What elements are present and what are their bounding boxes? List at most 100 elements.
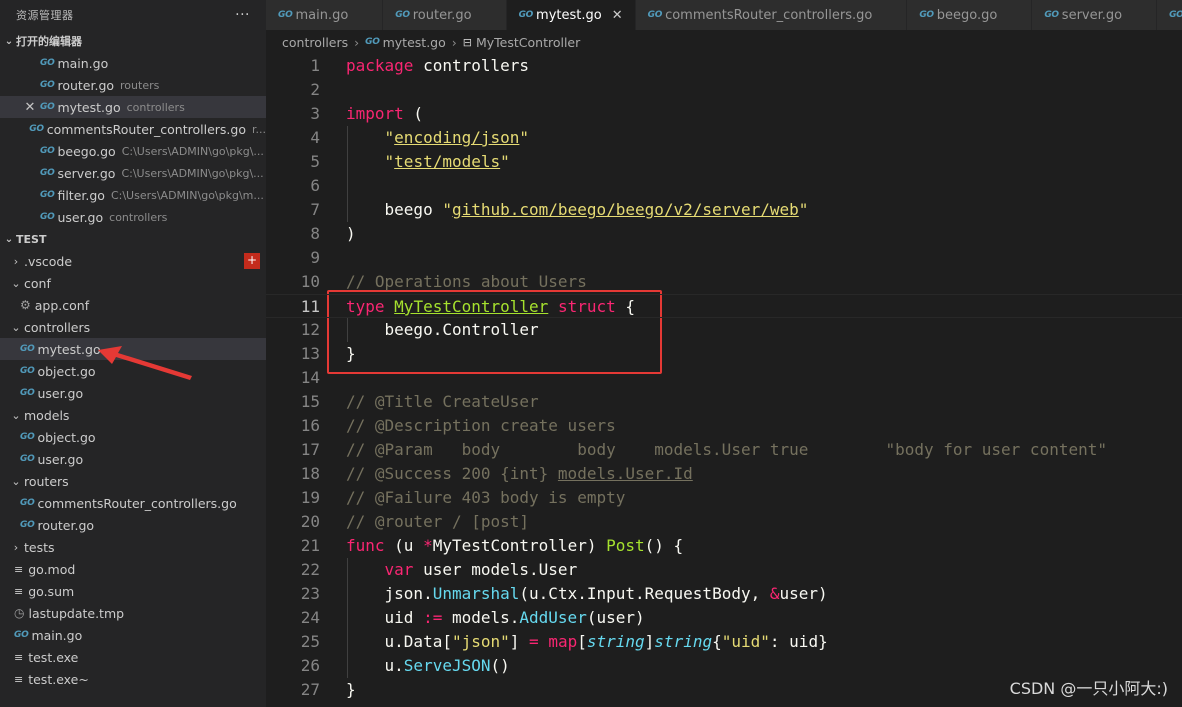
code-line[interactable]: 16 // @Description create users <box>266 414 1182 438</box>
code-line[interactable]: 9 <box>266 246 1182 270</box>
code-text: var user models.User <box>346 558 578 582</box>
code-line[interactable]: 2 <box>266 78 1182 102</box>
code-text: "test/models" <box>346 150 510 174</box>
tree-folder[interactable]: ⌄ models <box>0 404 266 426</box>
watermark: CSDN @一只小阿大:) <box>1009 679 1168 698</box>
code-line[interactable]: 3 import ( <box>266 102 1182 126</box>
line-number: 13 <box>300 344 320 363</box>
go-file-icon: GO <box>40 80 55 90</box>
file-path: controllers <box>109 210 168 224</box>
open-editor-item[interactable]: ✕ GO mytest.go controllers <box>0 96 266 118</box>
close-icon[interactable]: ✕ <box>612 8 623 23</box>
code-token: controllers <box>413 56 530 75</box>
code-line[interactable]: 18 // @Success 200 {int} models.User.Id <box>266 462 1182 486</box>
tab-server-go[interactable]: GO server.go <box>1032 0 1158 30</box>
breadcrumb-symbol[interactable]: MyTestController <box>476 35 580 50</box>
open-editor-item[interactable]: GO server.go C:\Users\ADMIN\go\pkg\... <box>0 162 266 184</box>
open-editor-item[interactable]: GO user.go controllers <box>0 206 266 228</box>
breadcrumb-folder[interactable]: controllers <box>282 35 348 50</box>
code-text: } <box>346 678 356 702</box>
tree-file[interactable]: ≡ go.sum <box>0 580 266 602</box>
code-line[interactable]: 25 u.Data["json"] = map[string]string{"u… <box>266 630 1182 654</box>
tab-label: server.go <box>1061 7 1123 23</box>
code-token: " <box>500 152 510 171</box>
line-number: 21 <box>300 536 320 555</box>
code-token: // @Title CreateUser <box>346 392 539 411</box>
tab-mytest-go[interactable]: GO mytest.go ✕ <box>506 0 636 30</box>
tab-beego-go[interactable]: GO beego.go <box>907 0 1033 30</box>
open-editors-header[interactable]: ⌄ 打开的编辑器 <box>0 30 266 52</box>
tree-file[interactable]: GO object.go <box>0 426 266 448</box>
code-token: " <box>519 128 530 147</box>
tab-filter-go[interactable]: GOfilter.go <box>1157 0 1182 30</box>
code-line[interactable]: 19 // @Failure 403 body is empty <box>266 486 1182 510</box>
code-line[interactable]: 6 <box>266 174 1182 198</box>
code-line[interactable]: 11 type MyTestController struct { <box>266 294 1182 318</box>
open-editor-item[interactable]: GO router.go routers <box>0 74 266 96</box>
code-line[interactable]: 17 // @Param body body models.User true "… <box>266 438 1182 462</box>
line-number: 15 <box>300 392 320 411</box>
tree-file[interactable]: ◷ lastupdate.tmp <box>0 602 266 624</box>
go-file-icon: GO <box>1169 10 1182 20</box>
tree-file[interactable]: GO main.go <box>0 624 266 646</box>
code-line[interactable]: 8) <box>266 222 1182 246</box>
breadcrumb-file[interactable]: mytest.go <box>383 35 446 50</box>
tree-folder[interactable]: › tests <box>0 536 266 558</box>
code-line[interactable]: 5 "test/models" <box>266 150 1182 174</box>
code-token: & <box>769 584 780 603</box>
tab-commentsrouter-controllers-go[interactable]: GO commentsRouter_controllers.go <box>635 0 908 30</box>
code-line[interactable]: 23 json.Unmarshal(u.Ctx.Input.RequestBod… <box>266 582 1182 606</box>
line-number: 27 <box>300 680 320 699</box>
line-number: 20 <box>300 512 320 531</box>
explorer-header: 资源管理器 ··· <box>0 0 266 30</box>
code-line[interactable]: 24 uid := models.AddUser(user) <box>266 606 1182 630</box>
go-file-icon: GO <box>40 58 55 68</box>
open-editor-item[interactable]: GO commentsRouter_controllers.go r... <box>0 118 266 140</box>
code-text: type MyTestController struct { <box>346 295 635 319</box>
tree-folder[interactable]: ⌄ controllers <box>0 316 266 338</box>
code-line[interactable]: 15 // @Title CreateUser <box>266 390 1182 414</box>
code-line[interactable]: 4 "encoding/json" <box>266 126 1182 150</box>
code-line[interactable]: 1 package controllers <box>266 54 1182 78</box>
tree-file[interactable]: ≡ test.exe~ <box>0 668 266 690</box>
code-line[interactable]: 13} <box>266 342 1182 366</box>
code-line[interactable]: 21 func (u *MyTestController) Post() { <box>266 534 1182 558</box>
code-editor[interactable]: 1 package controllers 2 3 import (4 "encodin… <box>266 54 1182 707</box>
line-number: 3 <box>310 104 320 123</box>
code-token: string <box>654 632 713 651</box>
go-file-icon: GO <box>20 432 35 442</box>
line-number: 23 <box>300 584 320 603</box>
tree-file[interactable]: GO user.go <box>0 382 266 404</box>
tab-main-go[interactable]: GO main.go <box>266 0 384 30</box>
open-editor-item[interactable]: GO main.go <box>0 52 266 74</box>
code-token: user) <box>779 584 828 603</box>
code-line[interactable]: 20 // @router / [post] <box>266 510 1182 534</box>
tree-file[interactable]: ≡ test.exe <box>0 646 266 668</box>
tree-folder[interactable]: › .vscode + <box>0 250 266 272</box>
code-line[interactable]: 14 <box>266 366 1182 390</box>
tree-file[interactable]: GO router.go <box>0 514 266 536</box>
code-line[interactable]: 22 var user models.User <box>266 558 1182 582</box>
tree-file[interactable]: GO user.go <box>0 448 266 470</box>
line-number: 8 <box>310 224 320 243</box>
tree-folder[interactable]: ⌄ routers <box>0 470 266 492</box>
go-file-icon: GO <box>40 168 55 178</box>
new-file-button[interactable]: + <box>244 253 260 269</box>
code-line[interactable]: 12 beego.Controller <box>266 318 1182 342</box>
breadcrumb-separator: › <box>354 34 360 50</box>
tree-file[interactable]: ≡ go.mod <box>0 558 266 580</box>
go-file-icon: GO <box>20 454 35 464</box>
project-header[interactable]: ⌄ TEST <box>0 228 266 250</box>
code-line[interactable]: 10 // Operations about Users <box>266 270 1182 294</box>
open-editor-item[interactable]: GO filter.go C:\Users\ADMIN\go\pkg\m... <box>0 184 266 206</box>
open-editor-item[interactable]: GO beego.go C:\Users\ADMIN\go\pkg\... <box>0 140 266 162</box>
more-actions-icon[interactable]: ··· <box>235 7 250 23</box>
tree-file[interactable]: GO commentsRouter_controllers.go <box>0 492 266 514</box>
close-icon[interactable]: ✕ <box>20 100 40 115</box>
file-name: commentsRouter_controllers.go <box>37 495 237 511</box>
tree-file[interactable]: ⚙ app.conf <box>0 294 266 316</box>
code-line[interactable]: 7 beego "github.com/beego/beego/v2/serve… <box>266 198 1182 222</box>
tab-router-go[interactable]: GO router.go <box>383 0 507 30</box>
code-token: models.User.Id <box>557 464 693 483</box>
tree-folder[interactable]: ⌄ conf <box>0 272 266 294</box>
